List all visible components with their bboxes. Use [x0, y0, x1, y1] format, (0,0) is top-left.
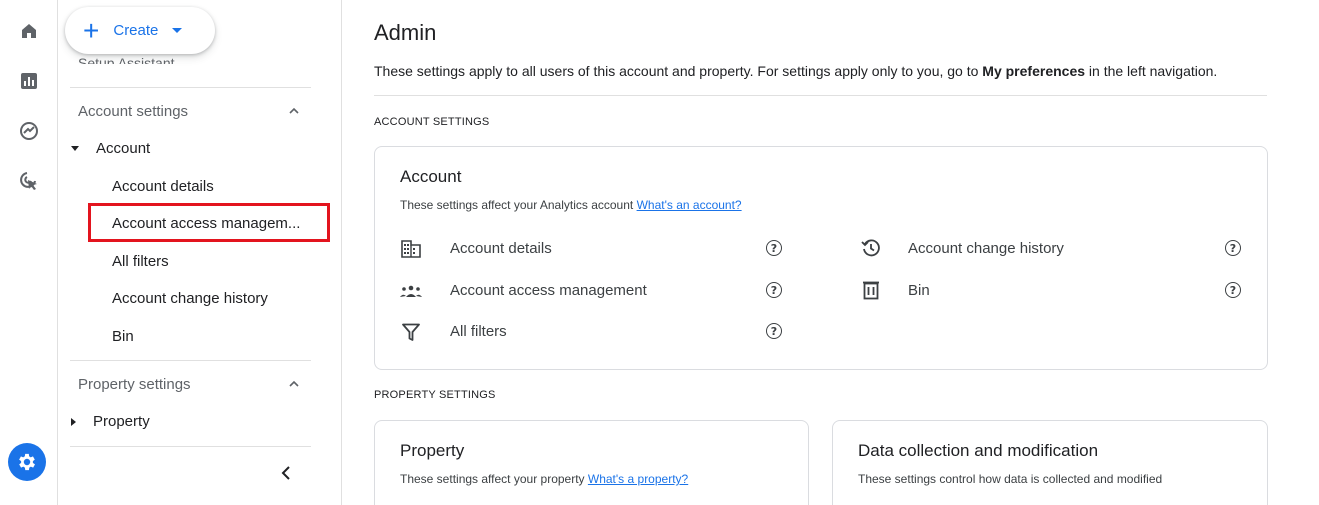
account-group-label: Account: [96, 140, 151, 157]
property-card-title: Property: [400, 441, 465, 460]
advertising-icon[interactable]: [15, 167, 43, 195]
building-icon: [400, 238, 422, 260]
whats-a-property-link[interactable]: What's a property?: [588, 472, 688, 486]
filter-icon: [400, 321, 422, 343]
subtitle-text: These settings apply to all users of thi…: [374, 63, 983, 79]
left-rail: [0, 0, 58, 505]
expand-right-icon: [71, 417, 76, 426]
home-icon[interactable]: [15, 17, 43, 45]
chevron-up-icon[interactable]: [288, 105, 300, 117]
bin-link[interactable]: Bin: [908, 282, 930, 299]
property-settings-header[interactable]: Property settings: [78, 376, 191, 393]
divider: [70, 360, 311, 361]
collapse-chevron-left-icon[interactable]: [276, 462, 296, 484]
help-icon[interactable]: ?: [1225, 282, 1241, 298]
create-label: Create: [113, 22, 159, 39]
sidebar-item-bin[interactable]: Bin: [112, 328, 134, 345]
create-button[interactable]: + Create: [65, 7, 215, 54]
all-filters-link[interactable]: All filters: [450, 323, 507, 340]
account-card-desc-text: These settings affect your Analytics acc…: [400, 198, 637, 212]
property-group-label: Property: [93, 413, 150, 430]
history-icon: [860, 237, 882, 259]
account-settings-header[interactable]: Account settings: [78, 103, 188, 120]
admin-gear-icon[interactable]: [8, 443, 46, 481]
account-card-title: Account: [400, 167, 462, 186]
people-icon: [400, 280, 422, 302]
property-card-desc-text: These settings affect your property: [400, 472, 588, 486]
page-subtitle: These settings apply to all users of thi…: [374, 63, 1217, 79]
account-change-history-link[interactable]: Account change history: [908, 240, 1064, 257]
admin-sidebar: + Create Setup Assistant Account setting…: [58, 0, 342, 505]
account-card-desc: These settings affect your Analytics acc…: [400, 198, 742, 212]
account-access-management-link[interactable]: Account access management: [450, 282, 647, 299]
account-group[interactable]: Account: [71, 140, 150, 157]
explore-icon[interactable]: [15, 117, 43, 145]
help-icon[interactable]: ?: [766, 323, 782, 339]
help-icon[interactable]: ?: [766, 282, 782, 298]
data-collection-card-title: Data collection and modification: [858, 441, 1099, 460]
reports-icon[interactable]: [15, 67, 43, 95]
data-collection-card: Data collection and modification These s…: [832, 420, 1268, 505]
sidebar-item-all-filters[interactable]: All filters: [112, 253, 169, 270]
trash-icon: [860, 279, 882, 301]
divider: [374, 95, 1267, 96]
sidebar-item-account-details[interactable]: Account details: [112, 178, 214, 195]
page-title: Admin: [374, 20, 437, 45]
caret-down-icon: [172, 28, 183, 33]
sidebar-item-account-change-history[interactable]: Account change history: [112, 290, 268, 307]
property-settings-label: PROPERTY SETTINGS: [374, 389, 496, 401]
sidebar-item-account-access-management[interactable]: Account access managem...: [88, 203, 330, 242]
divider: [70, 446, 311, 447]
account-card: Account These settings affect your Analy…: [374, 146, 1268, 370]
expand-down-icon: [71, 146, 79, 151]
data-collection-card-desc: These settings control how data is colle…: [858, 472, 1163, 486]
help-icon[interactable]: ?: [766, 240, 782, 256]
subtitle-text-end: in the left navigation.: [1085, 63, 1218, 79]
property-card-desc: These settings affect your property What…: [400, 472, 688, 486]
main-content: Admin These settings apply to all users …: [343, 0, 1319, 505]
help-icon[interactable]: ?: [1225, 240, 1241, 256]
divider: [70, 87, 311, 88]
my-preferences-link: My preferences: [982, 63, 1086, 79]
account-settings-label: ACCOUNT SETTINGS: [374, 116, 490, 128]
property-group[interactable]: Property: [71, 413, 150, 430]
chevron-up-icon[interactable]: [288, 378, 300, 390]
plus-icon: +: [83, 14, 100, 46]
account-details-link[interactable]: Account details: [450, 240, 552, 257]
property-card: Property These settings affect your prop…: [374, 420, 809, 505]
whats-an-account-link[interactable]: What's an account?: [637, 198, 742, 212]
